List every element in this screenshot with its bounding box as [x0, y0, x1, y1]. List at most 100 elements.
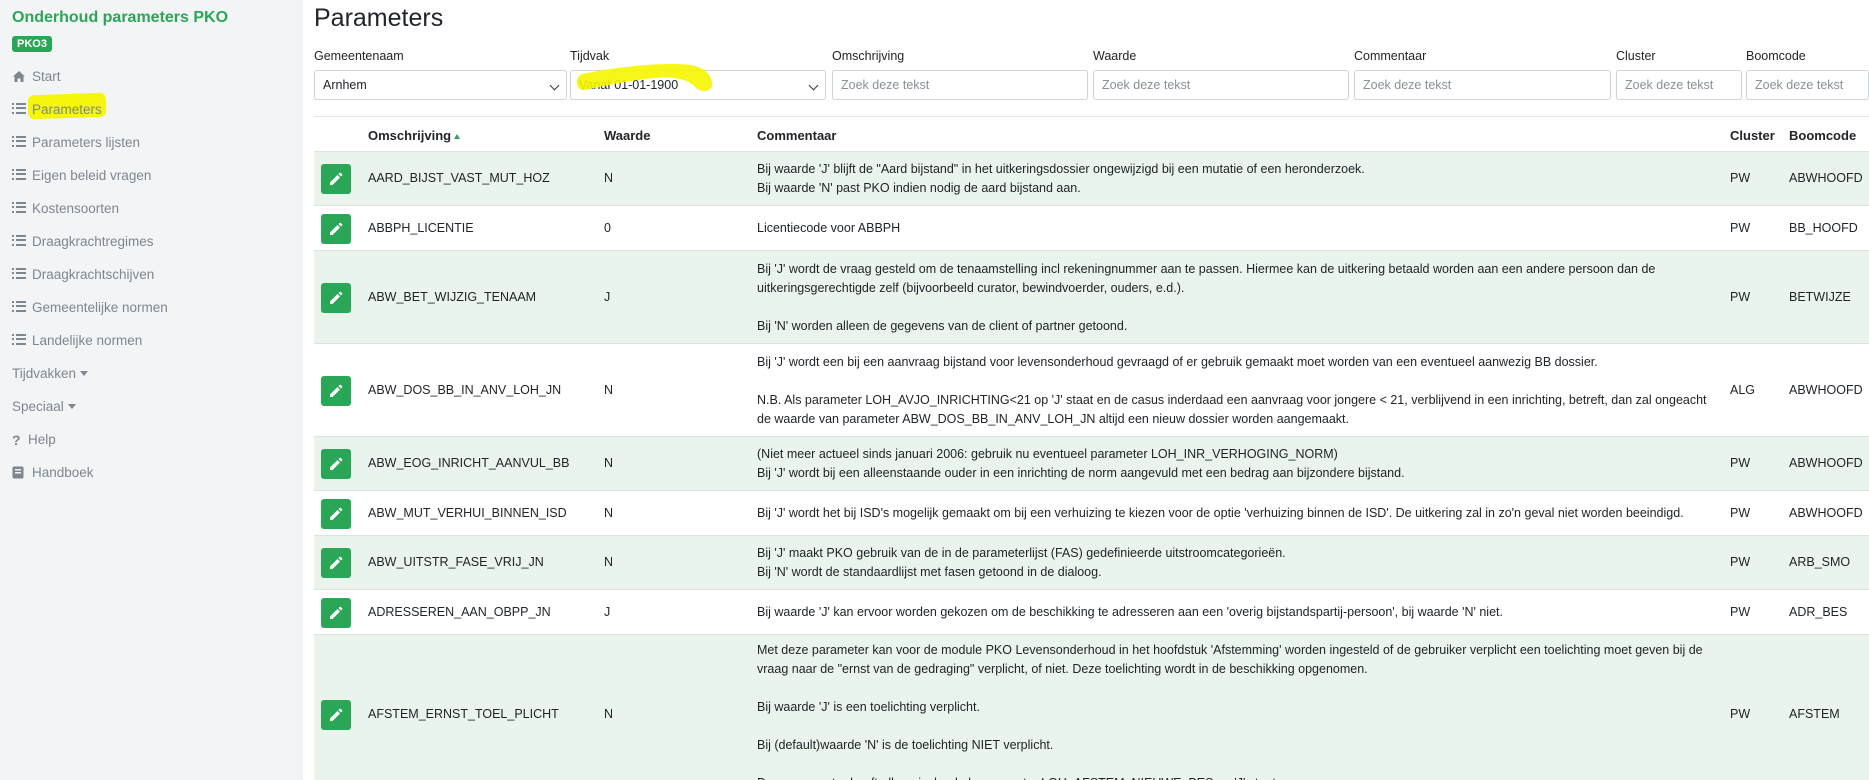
cluster-search-input[interactable]: Zoek deze tekst — [1616, 70, 1742, 100]
table-row: ABW_MUT_VERHUI_BINNEN_ISD N Bij 'J' wordt … — [314, 491, 1869, 536]
filter-label: Cluster — [1616, 49, 1656, 63]
cell-commentaar: Bij waarde 'J' blijft de "Aard bijstand"… — [757, 162, 1365, 195]
sidebar-item-landelijke-normen[interactable]: Landelijke normen — [0, 324, 303, 357]
main-content: Parameters Gemeentenaam Arnhem Tijdvak V… — [314, 0, 1869, 780]
table-row: ABW_EOG_INRICHT_AANVUL_BB N (Niet meer act… — [314, 437, 1869, 491]
cell-omschrijving: AFSTEM_ERNST_TOEL_PLICHT — [368, 707, 559, 721]
cell-commentaar: Licentiecode voor ABBPH — [757, 221, 901, 235]
sidebar-item-start[interactable]: Start — [0, 60, 303, 93]
sidebar-item-parameters[interactable]: Parameters — [0, 92, 303, 126]
cell-cluster: PW — [1730, 290, 1751, 304]
column-header-boomcode[interactable]: Boomcode — [1789, 128, 1856, 143]
cell-boomcode: ADR_BES — [1789, 605, 1848, 619]
cell-omschrijving: ABW_BET_WIJZIG_TENAAM — [368, 290, 537, 304]
home-icon — [12, 70, 26, 84]
cell-waarde: N — [604, 456, 614, 470]
pencil-icon — [330, 457, 343, 470]
sidebar-item-label: Parameters lijsten — [32, 135, 141, 150]
column-header-commentaar[interactable]: Commentaar — [757, 128, 836, 143]
column-header-waarde[interactable]: Waarde — [604, 128, 650, 143]
cell-waarde: N — [604, 171, 614, 185]
pencil-icon — [330, 708, 343, 721]
cell-boomcode: ARB_SMO — [1789, 555, 1851, 569]
filter-label: Gemeentenaam — [314, 49, 404, 63]
app-title: Onderhoud parameters PKO — [12, 9, 229, 26]
cell-commentaar: Met deze parameter kan voor de module PK… — [757, 643, 1703, 780]
filter-waarde: Waarde Zoek deze tekst — [1093, 49, 1349, 100]
sidebar-item-help[interactable]: ? Help — [0, 423, 303, 456]
cell-cluster: ALG — [1730, 383, 1756, 397]
cell-boomcode: ABWHOOFD — [1789, 171, 1863, 185]
sidebar-dropdown-speciaal[interactable]: Speciaal — [0, 390, 303, 423]
chevron-down-icon — [808, 80, 819, 91]
cell-cluster: PW — [1730, 605, 1751, 619]
cell-omschrijving: AARD_BIJST_VAST_MUT_HOZ — [368, 171, 550, 185]
sidebar-item-handboek[interactable]: Handboek — [0, 456, 303, 489]
pencil-icon — [330, 291, 343, 304]
list-icon — [12, 234, 26, 249]
chevron-down-icon — [80, 371, 89, 376]
app-badge: PKO3 — [12, 36, 52, 52]
question-icon: ? — [12, 431, 21, 448]
sidebar-item-draagkrachtregimes[interactable]: Draagkrachtregimes — [0, 225, 303, 258]
waarde-search-input[interactable]: Zoek deze tekst — [1093, 70, 1349, 100]
cell-commentaar: Bij waarde 'J' kan ervoor worden gekozen… — [757, 605, 1503, 619]
cell-boomcode: BETWIJZE — [1789, 290, 1851, 304]
sidebar-item-label: Gemeentelijke normen — [32, 300, 168, 315]
edit-button[interactable] — [321, 449, 351, 479]
cell-waarde: N — [604, 555, 614, 569]
select-value: Vanaf 01-01-1900 — [579, 78, 679, 92]
sidebar-item-label: Tijdvakken — [12, 366, 77, 381]
sidebar: Onderhoud parameters PKO PKO3 Start Para… — [0, 0, 303, 780]
cell-cluster: PW — [1730, 456, 1751, 470]
boomcode-search-input[interactable]: Zoek deze tekst — [1746, 70, 1869, 100]
cell-waarde: N — [604, 383, 614, 397]
column-header-cluster[interactable]: Cluster — [1730, 128, 1775, 143]
pencil-icon — [330, 172, 343, 185]
edit-button[interactable] — [321, 499, 351, 529]
cell-omschrijving: ABW_UITSTR_FASE_VRIJ_JN — [368, 555, 544, 569]
cell-omschrijving: ADRESSEREN_AAN_OBPP_JN — [368, 605, 551, 619]
edit-button[interactable] — [321, 598, 351, 628]
pencil-icon — [330, 507, 343, 520]
sidebar-item-gemeentelijke-normen[interactable]: Gemeentelijke normen — [0, 291, 303, 324]
edit-button[interactable] — [321, 700, 351, 730]
chevron-down-icon — [67, 404, 76, 409]
filter-label: Commentaar — [1354, 49, 1427, 63]
select-value: Arnhem — [323, 78, 367, 92]
edit-button[interactable] — [321, 283, 351, 313]
table-header: Omschrijving Waarde Commentaar Cluster B… — [314, 116, 1869, 152]
cell-waarde: J — [604, 605, 611, 619]
edit-button[interactable] — [321, 548, 351, 578]
sidebar-item-draagkrachtschijven[interactable]: Draagkrachtschijven — [0, 258, 303, 291]
filter-omschrijving: Omschrijving Zoek deze tekst — [832, 49, 1088, 100]
sidebar-item-label: Help — [28, 432, 56, 447]
tijdvak-select[interactable]: Vanaf 01-01-1900 — [570, 70, 826, 100]
sidebar-item-label: Speciaal — [12, 399, 64, 414]
commentaar-search-input[interactable]: Zoek deze tekst — [1354, 70, 1611, 100]
omschrijving-search-input[interactable]: Zoek deze tekst — [832, 70, 1088, 100]
list-icon — [12, 300, 26, 315]
edit-button[interactable] — [321, 214, 351, 244]
sidebar-item-kostensoorten[interactable]: Kostensoorten — [0, 192, 303, 225]
cell-omschrijving: ABW_MUT_VERHUI_BINNEN_ISD — [368, 506, 567, 520]
cell-boomcode: ABWHOOFD — [1789, 383, 1863, 397]
table-body: AARD_BIJST_VAST_MUT_HOZ N Bij waarde 'J' b… — [314, 152, 1869, 780]
sidebar-item-label: Handboek — [32, 465, 94, 480]
cell-cluster: PW — [1730, 555, 1751, 569]
filter-gemeentenaam: Gemeentenaam Arnhem — [314, 49, 567, 100]
cell-commentaar: Bij 'J' wordt een bij een aanvraag bijst… — [757, 355, 1707, 426]
list-icon — [12, 168, 26, 183]
gemeentenaam-select[interactable]: Arnhem — [314, 70, 567, 100]
parameters-table: Omschrijving Waarde Commentaar Cluster B… — [314, 116, 1869, 780]
column-header-omschrijving[interactable]: Omschrijving — [368, 128, 461, 143]
cell-waarde: J — [604, 290, 611, 304]
filter-boomcode: Boomcode Zoek deze tekst — [1746, 49, 1869, 100]
page-title: Parameters — [314, 4, 444, 32]
sidebar-item-eigen-beleid-vragen[interactable]: Eigen beleid vragen — [0, 159, 303, 192]
edit-button[interactable] — [321, 376, 351, 406]
sidebar-dropdown-tijdvakken[interactable]: Tijdvakken — [0, 357, 303, 390]
sidebar-item-parameters-lijsten[interactable]: Parameters lijsten — [0, 126, 303, 159]
sidebar-item-label: Draagkrachtschijven — [32, 267, 155, 282]
edit-button[interactable] — [321, 164, 351, 194]
